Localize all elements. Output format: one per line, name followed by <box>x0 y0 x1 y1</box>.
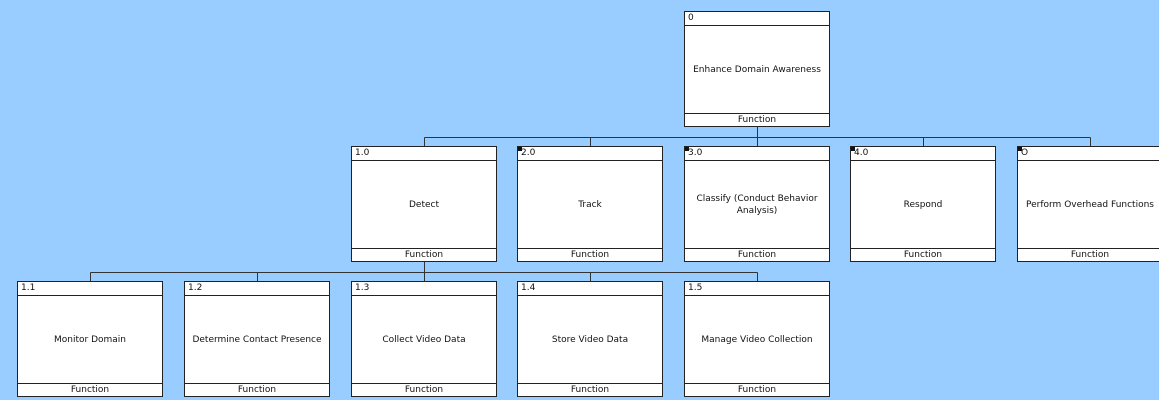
function-type-label: Function <box>685 248 829 261</box>
hierarchy-diagram: 0 Enhance Domain Awareness Function 1.0 Dete… <box>0 0 1159 400</box>
function-number: 1.2 <box>185 282 329 296</box>
function-type-label: Function <box>352 248 496 261</box>
function-type-label: Function <box>352 383 496 396</box>
decomposed-marker-icon <box>851 147 855 151</box>
function-box-n4[interactable]: 4.0 Respond Function <box>850 146 996 262</box>
function-type-label: Function <box>18 383 162 396</box>
function-type-label: Function <box>851 248 995 261</box>
function-number: 1.4 <box>518 282 662 296</box>
function-title: Classify (Conduct Behavior Analysis) <box>696 193 818 216</box>
function-type-label: Function <box>518 248 662 261</box>
function-number: O <box>1018 147 1159 161</box>
function-box-n3[interactable]: 3.0 Classify (Conduct Behavior Analysis) F… <box>684 146 830 262</box>
function-box-n5[interactable]: O Perform Overhead Functions Function <box>1017 146 1159 262</box>
function-box-n14[interactable]: 1.4 Store Video Data Function <box>517 281 663 397</box>
function-box-n0[interactable]: 0 Enhance Domain Awareness Function <box>684 11 830 127</box>
function-title: Monitor Domain <box>54 334 126 345</box>
function-title: Track <box>578 199 602 210</box>
function-number: 2.0 <box>518 147 662 161</box>
function-number: 3.0 <box>685 147 829 161</box>
function-type-label: Function <box>1018 248 1159 261</box>
function-box-n11[interactable]: 1.1 Monitor Domain Function <box>17 281 163 397</box>
function-number: 1.5 <box>685 282 829 296</box>
function-box-n13[interactable]: 1.3 Collect Video Data Function <box>351 281 497 397</box>
function-title: Enhance Domain Awareness <box>693 64 821 75</box>
function-number: 4.0 <box>851 147 995 161</box>
function-number: 1.3 <box>352 282 496 296</box>
function-box-n15[interactable]: 1.5 Manage Video Collection Function <box>684 281 830 397</box>
function-number: 1.0 <box>352 147 496 161</box>
function-box-n2[interactable]: 2.0 Track Function <box>517 146 663 262</box>
function-box-n1[interactable]: 1.0 Detect Function <box>351 146 497 262</box>
function-title: Determine Contact Presence <box>192 334 322 345</box>
decomposed-marker-icon <box>1018 147 1022 151</box>
function-title: Perform Overhead Functions <box>1026 199 1154 210</box>
function-type-label: Function <box>685 113 829 126</box>
function-title: Detect <box>408 199 439 210</box>
decomposed-marker-icon <box>518 147 522 151</box>
function-title: Respond <box>903 199 943 210</box>
function-number: 1.1 <box>18 282 162 296</box>
function-title: Manage Video Collection <box>701 334 813 345</box>
decomposed-marker-icon <box>685 147 689 151</box>
function-title: Collect Video Data <box>382 334 466 345</box>
function-box-n12[interactable]: 1.2 Determine Contact Presence Function <box>184 281 330 397</box>
function-type-label: Function <box>518 383 662 396</box>
function-title: Store Video Data <box>551 334 629 345</box>
function-type-label: Function <box>685 383 829 396</box>
function-number: 0 <box>685 12 829 26</box>
function-type-label: Function <box>185 383 329 396</box>
